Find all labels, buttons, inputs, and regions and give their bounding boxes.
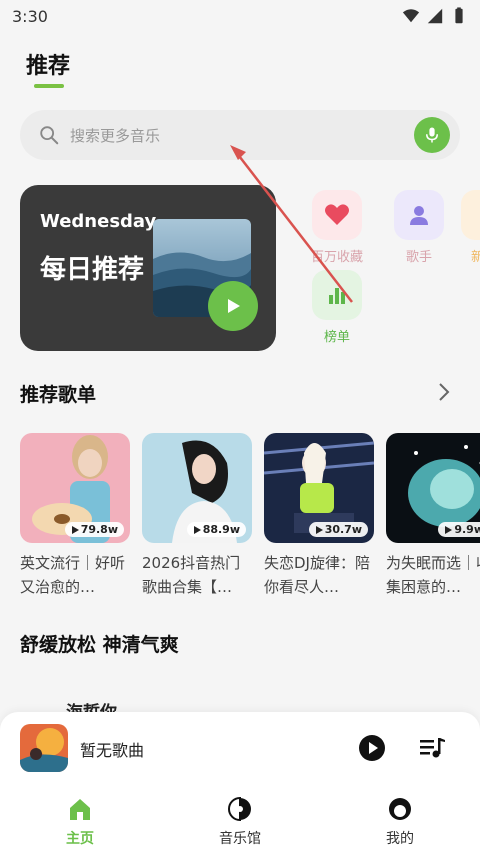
music-hall-icon	[228, 796, 251, 822]
play-count: 9.9w	[454, 523, 480, 536]
play-count: 79.8w	[80, 523, 118, 536]
play-count: 30.7w	[324, 523, 362, 536]
play-icon	[228, 299, 240, 313]
play-count: 88.9w	[202, 523, 240, 536]
playlist-cover: 9.9w	[386, 433, 480, 543]
play-count-badge: 9.9w	[438, 522, 480, 537]
section-title-playlists: 推荐歌单	[20, 384, 97, 406]
wifi-icon	[402, 9, 420, 23]
status-icons	[402, 7, 468, 25]
tab-label: 音乐馆	[219, 831, 261, 847]
daily-weekday: Wednesday	[40, 211, 157, 232]
playlist-cover: 30.7w	[264, 433, 374, 543]
section-title-relax: 舒缓放松 神清气爽	[20, 634, 179, 656]
shortcut-charts[interactable]: 榜单	[297, 270, 377, 345]
search-placeholder[interactable]: 搜索更多音乐	[70, 125, 414, 146]
play-count-badge: 88.9w	[186, 522, 246, 537]
playlist-queue-icon[interactable]	[418, 736, 446, 760]
play-count-badge: 79.8w	[64, 522, 124, 537]
shortcut-label: 新	[471, 250, 480, 265]
daily-title: 每日推荐	[40, 255, 145, 285]
battery-icon	[455, 7, 463, 24]
player-play-button[interactable]	[358, 734, 386, 762]
play-count-badge: 30.7w	[308, 522, 368, 537]
daily-recommend-card[interactable]: Wednesday 每日推荐	[20, 185, 276, 351]
partially-hidden-item-title: 海蜇你	[66, 698, 117, 712]
play-small-icon	[193, 525, 201, 534]
shortcut-new[interactable]: 新	[461, 190, 480, 265]
playlist-title: 为失眠而选｜收集困意的…	[386, 554, 480, 596]
signal-icon	[427, 8, 443, 24]
shortcut-label: 歌手	[405, 250, 432, 265]
chart-icon	[312, 270, 362, 320]
shortcut-label: 百万收藏	[310, 250, 363, 265]
page-title[interactable]: 推荐	[26, 48, 70, 80]
person-icon	[394, 190, 444, 240]
chevron-right-icon[interactable]	[436, 382, 452, 402]
play-small-icon	[315, 525, 323, 534]
playlist-cover: 79.8w	[20, 433, 130, 543]
shortcut-favorites[interactable]: 百万收藏	[297, 190, 377, 265]
tab-label: 主页	[66, 831, 94, 847]
microphone-icon	[426, 127, 438, 143]
playlist-cover: 88.9w	[142, 433, 252, 543]
search-icon	[40, 126, 59, 145]
playlist-card[interactable]: 9.9w 为失眠而选｜收集困意的…	[386, 433, 480, 599]
home-icon	[70, 799, 90, 820]
voice-search-button[interactable]	[414, 117, 450, 153]
playlist-card[interactable]: 88.9w 2026抖音热门歌曲合集【…	[142, 433, 252, 599]
tab-home[interactable]: 主页	[30, 796, 130, 848]
playlist-card[interactable]: 30.7w 失恋DJ旋律：陪你看尽人…	[264, 433, 374, 599]
tab-music-hall[interactable]: 音乐馆	[190, 796, 290, 848]
playlist-card[interactable]: 79.8w 英文流行｜好听又治愈的…	[20, 433, 130, 599]
shortcut-singers[interactable]: 歌手	[379, 190, 459, 265]
play-small-icon	[71, 525, 79, 534]
shortcut-label: 榜单	[323, 330, 350, 345]
title-underline	[34, 84, 64, 88]
heart-icon	[312, 190, 362, 240]
new-icon	[461, 190, 480, 240]
tab-profile[interactable]: 我的	[350, 796, 450, 848]
tab-bar: 主页 音乐馆 我的	[0, 790, 480, 853]
status-time: 3:30	[12, 6, 48, 26]
daily-play-button[interactable]	[208, 281, 258, 331]
play-small-icon	[445, 525, 453, 534]
status-bar: 3:30	[0, 0, 480, 32]
search-bar[interactable]: 搜索更多音乐	[20, 110, 460, 160]
profile-icon	[389, 798, 411, 820]
playlist-row: 79.8w 英文流行｜好听又治愈的… 88.9w 2026抖音热门歌曲合集【…	[20, 433, 480, 603]
now-playing-song[interactable]: 暂无歌曲	[80, 737, 144, 761]
playlist-title: 英文流行｜好听又治愈的…	[20, 554, 126, 596]
playlist-title: 失恋DJ旋律：陪你看尽人…	[264, 554, 370, 596]
now-playing-artwork[interactable]	[20, 724, 68, 772]
tab-label: 我的	[386, 831, 414, 847]
playlist-title: 2026抖音热门歌曲合集【…	[142, 554, 241, 596]
